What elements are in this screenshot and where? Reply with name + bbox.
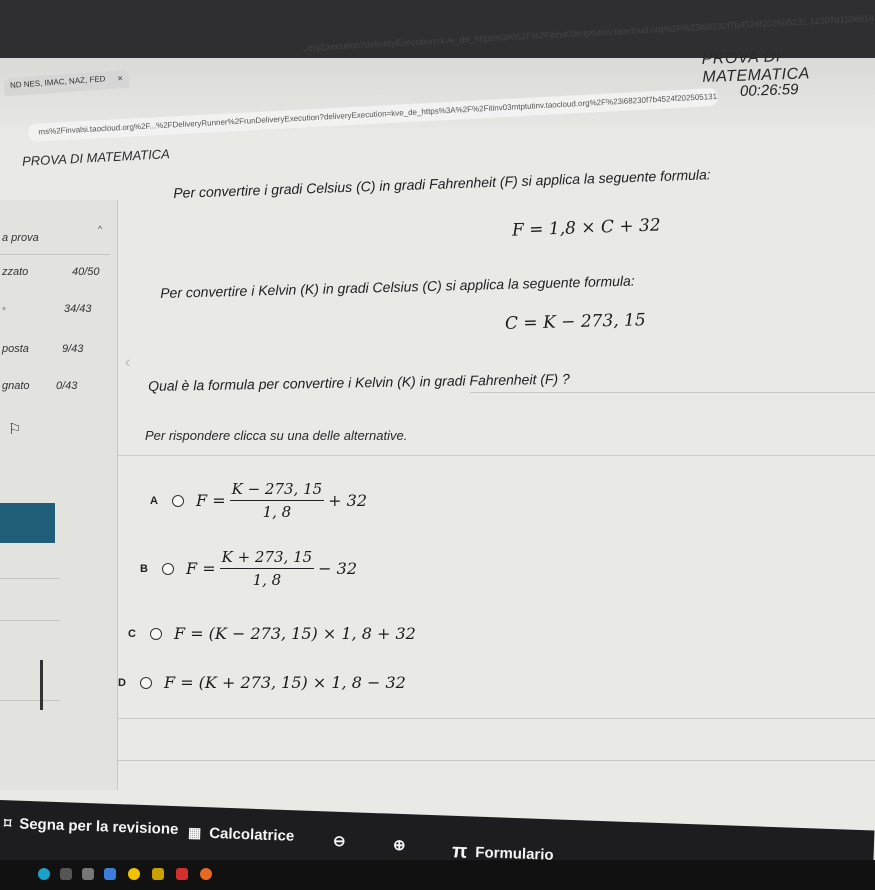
divider bbox=[0, 254, 110, 255]
sidebar-item-label: gnato bbox=[2, 380, 30, 392]
collapse-icon[interactable]: ^ bbox=[98, 224, 102, 234]
sidebar-item-count: 0/43 bbox=[56, 380, 78, 392]
divider bbox=[118, 760, 875, 761]
app-icon[interactable] bbox=[104, 868, 116, 880]
option-a[interactable]: A F = K − 273, 15 1, 8 + 32 bbox=[150, 480, 367, 521]
fraction-numerator: K + 273, 15 bbox=[219, 548, 315, 569]
option-a-radio[interactable] bbox=[172, 494, 184, 507]
sidebar-item-count: 40/50 bbox=[72, 266, 100, 278]
chevron-left-icon[interactable]: ‹ bbox=[125, 354, 130, 372]
divider bbox=[0, 578, 60, 579]
divider bbox=[0, 700, 60, 701]
countdown-timer: 00:26:59 bbox=[739, 80, 799, 101]
sidebar-item-label: a prova bbox=[2, 232, 39, 244]
divider bbox=[0, 620, 60, 621]
question-intro-2: Per convertire i Kelvin (K) in gradi Cel… bbox=[160, 272, 635, 301]
option-b[interactable]: B F = K + 273, 15 1, 8 − 32 bbox=[140, 548, 357, 589]
calculator-label: Calcolatrice bbox=[208, 824, 295, 845]
sidebar-item-count: 9/43 bbox=[62, 343, 84, 355]
app-icon[interactable] bbox=[200, 868, 212, 880]
app-icon[interactable] bbox=[82, 868, 94, 880]
tab-title: ND NES, IMAC, NAZ, FED bbox=[9, 74, 106, 90]
formula-tail: − 32 bbox=[318, 559, 358, 578]
sidebar-item-label: zzato bbox=[2, 266, 29, 278]
scrollbar[interactable] bbox=[40, 660, 43, 710]
formula-kelvin-celsius: C = K − 273, 15 bbox=[504, 310, 646, 334]
files-icon[interactable] bbox=[60, 868, 72, 880]
option-letter: A bbox=[150, 494, 158, 507]
fraction-denominator: 1, 8 bbox=[262, 503, 292, 521]
option-c[interactable]: C F = (K − 273, 15) × 1, 8 + 32 bbox=[128, 624, 416, 643]
option-d-radio[interactable] bbox=[140, 676, 152, 689]
divider bbox=[470, 392, 875, 393]
option-d-formula: F = (K + 273, 15) × 1, 8 − 32 bbox=[164, 673, 406, 692]
divider bbox=[118, 718, 875, 719]
option-b-formula: F = K + 273, 15 1, 8 − 32 bbox=[186, 548, 357, 589]
calculator-button[interactable]: ▦ Calcolatrice bbox=[188, 824, 295, 845]
fraction: K − 273, 15 1, 8 bbox=[229, 480, 325, 521]
flag-icon[interactable]: ⚐ bbox=[8, 420, 21, 438]
calculator-icon: ▦ bbox=[187, 824, 202, 841]
option-letter: D bbox=[118, 676, 126, 689]
zoom-out-icon: ⊖ bbox=[333, 833, 346, 850]
question-prompt: Qual è la formula per convertire i Kelvi… bbox=[148, 370, 570, 394]
option-c-formula: F = (K − 273, 15) × 1, 8 + 32 bbox=[174, 624, 416, 643]
sidebar-item-label: ◦ bbox=[2, 303, 6, 315]
option-letter: C bbox=[128, 627, 136, 640]
zoom-out-button[interactable]: ⊖ bbox=[333, 832, 346, 850]
current-item-highlight[interactable] bbox=[0, 503, 55, 543]
fraction-denominator: 1, 8 bbox=[252, 571, 282, 589]
tab-close-icon[interactable]: × bbox=[117, 73, 123, 83]
formula-celsius-fahrenheit: F = 1,8 × C + 32 bbox=[511, 215, 661, 241]
sidebar-item-count: 34/43 bbox=[64, 303, 92, 315]
fraction-numerator: K − 273, 15 bbox=[229, 480, 325, 501]
fraction: K + 273, 15 1, 8 bbox=[219, 548, 315, 589]
zoom-in-button[interactable]: ⊕ bbox=[393, 836, 406, 854]
sidebar-item-label: posta bbox=[2, 343, 29, 355]
app-icon[interactable] bbox=[152, 868, 164, 880]
sidebar bbox=[0, 200, 118, 790]
answer-instruction: Per rispondere clicca su una delle alter… bbox=[145, 428, 408, 443]
browser-icon[interactable] bbox=[38, 868, 50, 880]
formula-lhs: F = bbox=[196, 491, 226, 510]
option-c-radio[interactable] bbox=[150, 627, 162, 640]
option-a-formula: F = K − 273, 15 1, 8 + 32 bbox=[196, 480, 367, 521]
formula-lhs: F = bbox=[186, 559, 216, 578]
app-icon[interactable] bbox=[128, 868, 140, 880]
sidebar-title: PROVA DI MATEMATICA bbox=[21, 146, 171, 169]
option-d[interactable]: D F = (K + 273, 15) × 1, 8 − 32 bbox=[118, 673, 406, 692]
option-b-radio[interactable] bbox=[162, 562, 174, 575]
question-intro-1: Per convertire i gradi Celsius (C) in gr… bbox=[173, 166, 711, 201]
option-letter: B bbox=[140, 562, 148, 575]
formula-tail: + 32 bbox=[328, 491, 368, 510]
app-icon[interactable] bbox=[176, 868, 188, 880]
bookmark-icon: ⌑ bbox=[3, 814, 12, 832]
zoom-in-icon: ⊕ bbox=[393, 837, 406, 854]
